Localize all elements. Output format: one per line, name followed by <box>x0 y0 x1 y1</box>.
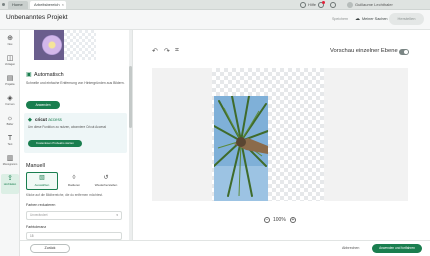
flower-image <box>42 35 62 55</box>
rail-item-label: Bilder <box>6 123 14 126</box>
rail-item-monogram[interactable]: ▥ Monogramm <box>1 154 19 174</box>
save-button[interactable]: Speichern <box>332 15 348 24</box>
palm-tree-image <box>214 96 268 201</box>
help-icon[interactable] <box>300 2 306 8</box>
projects-icon: ▤ <box>6 75 14 82</box>
manual-tools: ▧ Auswählen ◊ Radieren ↺ Wiederherstelle… <box>26 172 122 190</box>
rail-item-label: Monogramm <box>2 163 18 166</box>
automatic-description: Schnelle und einfache Entfernung von Hin… <box>26 81 125 85</box>
project-bar: Unbenanntes Projekt Speichern Meiner Sac… <box>0 10 430 30</box>
title-bar: Home Arbeitsbereich × Hilfe Guillaume Le… <box>0 0 430 10</box>
make-button[interactable]: Herstellen <box>389 13 424 25</box>
apply-and-continue-button[interactable]: Anwenden und fortfahren <box>372 244 422 253</box>
zoom-in-button[interactable]: + <box>290 217 296 223</box>
image-canvas[interactable] <box>152 68 408 201</box>
tab-workspace[interactable]: Arbeitsbereich × <box>30 1 66 9</box>
select-icon: ▧ <box>39 175 45 181</box>
manual-heading: Manuell <box>26 163 45 169</box>
cart-icon[interactable] <box>330 2 336 8</box>
rail-item-upload[interactable]: ⇪ Hochladen <box>1 174 19 194</box>
crop-icon[interactable]: ⌗ <box>175 47 179 55</box>
rail-item-label: Formen <box>5 103 15 106</box>
tool-select[interactable]: ▧ Auswählen <box>26 172 58 190</box>
image-icon: ☼ <box>6 115 14 122</box>
monogram-icon: ▥ <box>6 155 14 162</box>
rail-item-label: Neu <box>7 43 13 46</box>
cricut-access-promo: cricut access Um diese Funktion zu nutze… <box>24 113 127 153</box>
rail-item-projects[interactable]: ▤ Projekte <box>1 74 19 94</box>
plus-icon: ⊕ <box>7 35 13 42</box>
palm-tree-svg <box>214 96 268 201</box>
close-tab-icon[interactable]: × <box>62 1 64 9</box>
background-remover-panel: Automatisch Schnelle und einfache Entfer… <box>20 30 133 240</box>
rail-item-label: Hochladen <box>3 183 17 186</box>
scrollbar-thumb[interactable] <box>129 66 132 128</box>
rail-item-label: Text <box>7 143 13 146</box>
tool-label: Wiederherstellen <box>94 183 118 187</box>
access-description: Um diese Funktion zu nutzen, abonniere C… <box>28 125 107 129</box>
access-brand: cricut <box>35 117 47 122</box>
shapes-icon: ◈ <box>7 95 13 102</box>
user-name[interactable]: Guillaume Lechthaler <box>355 1 393 9</box>
tool-erase[interactable]: ◊ Radieren <box>58 172 90 190</box>
tool-label: Auswählen <box>34 183 50 187</box>
start-trial-button[interactable]: Kostenlosen Probeabo starten <box>28 140 82 147</box>
cricut-access-logo: cricut access <box>28 117 62 123</box>
image-thumbnail <box>34 30 96 60</box>
notification-badge <box>322 1 325 4</box>
rail-item-text[interactable]: T Text <box>1 134 19 154</box>
avatar[interactable] <box>347 2 353 8</box>
tab-workspace-label: Arbeitsbereich <box>34 2 60 7</box>
tool-label: Radieren <box>67 183 81 187</box>
redo-icon[interactable]: ↷ <box>164 47 170 55</box>
text-icon: T <box>7 135 13 142</box>
upload-icon: ⇪ <box>7 175 13 182</box>
zoom-level: 100% <box>273 217 286 223</box>
canvas-area: ↶ ↷ ⌗ Vorschau einzelner Ebene − 100% + <box>134 30 430 240</box>
left-rail: ⊕ Neu ◫ Vorlagen ▤ Projekte ◈ Formen ☼ B… <box>0 30 20 256</box>
rail-item-templates[interactable]: ◫ Vorlagen <box>1 54 19 74</box>
erase-icon: ◊ <box>72 175 76 181</box>
reduce-colors-select[interactable]: Unverändert <box>26 211 122 220</box>
panel-scrollbar[interactable] <box>129 30 132 240</box>
reduce-colors-label: Farben reduzieren <box>26 203 56 207</box>
tab-home-label: Home <box>12 2 23 7</box>
bottom-bar: Zurück Abbrechen Anwenden und fortfahren <box>20 240 430 256</box>
access-word: access <box>48 117 62 122</box>
restore-icon: ↺ <box>103 175 109 181</box>
rail-item-shapes[interactable]: ◈ Formen <box>1 94 19 114</box>
template-icon: ◫ <box>6 55 14 62</box>
color-tolerance-input[interactable]: 15 <box>26 232 122 240</box>
automatic-heading: Automatisch <box>26 71 64 78</box>
window-control-icon[interactable] <box>2 3 5 6</box>
undo-icon[interactable]: ↶ <box>152 47 158 55</box>
cancel-button[interactable]: Abbrechen <box>342 244 359 253</box>
tab-home[interactable]: Home <box>8 1 28 9</box>
rail-item-label: Projekte <box>5 83 15 86</box>
single-layer-preview-toggle[interactable] <box>399 49 409 55</box>
help-label[interactable]: Hilfe <box>308 1 316 9</box>
single-layer-preview-label: Vorschau einzelner Ebene <box>330 48 398 54</box>
rail-item-images[interactable]: ☼ Bilder <box>1 114 19 134</box>
color-tolerance-label: Farbtoleranz <box>26 225 47 229</box>
back-button[interactable]: Zurück <box>30 244 70 253</box>
tool-hint: Klicke auf die Bildbereiche, die du entf… <box>26 193 103 197</box>
tool-restore[interactable]: ↺ Wiederherstellen <box>90 172 122 190</box>
my-stuff-button[interactable]: Meiner Sachen <box>355 15 388 24</box>
apply-button[interactable]: Anwenden <box>26 101 60 109</box>
project-title[interactable]: Unbenanntes Projekt <box>6 14 68 21</box>
rail-item-new[interactable]: ⊕ Neu <box>1 34 19 54</box>
zoom-out-button[interactable]: − <box>264 217 270 223</box>
rail-item-label: Vorlagen <box>4 63 16 66</box>
